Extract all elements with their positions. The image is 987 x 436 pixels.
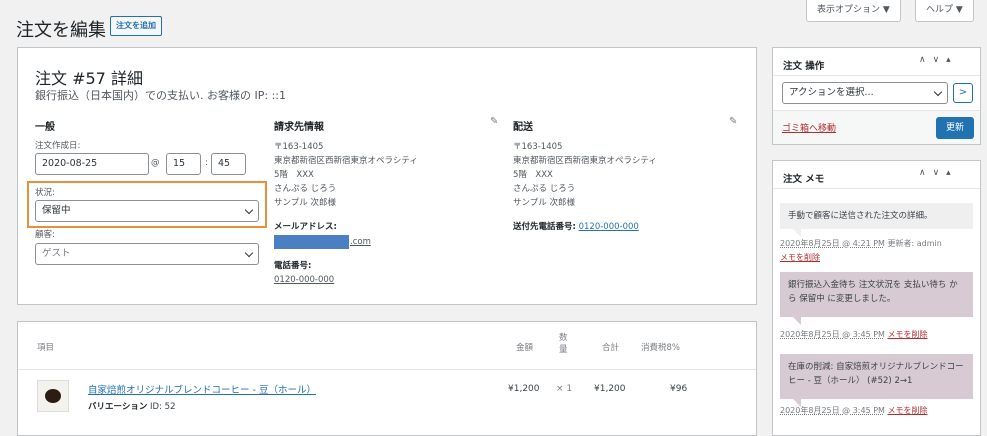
apply-action-button[interactable]: > [953, 83, 973, 103]
col-tax: 消費税8% [641, 343, 680, 353]
note-author: 更新者: admin [887, 239, 942, 248]
chevron-down-icon [933, 87, 943, 97]
billing-heading: 請求先情報 [274, 122, 324, 133]
note-meta: 2020年8月25日 @ 4:21 PM 更新者: admin [780, 238, 942, 249]
address-line: サンプル 次郎様 [513, 198, 575, 208]
delete-note-link[interactable]: メモを削除 [888, 406, 928, 415]
note-tail [793, 317, 801, 325]
address-line: サンプル 次郎様 [274, 198, 336, 208]
product-name-link[interactable]: 自家焙煎オリジナルブレンドコーヒー - 豆（ホール） [88, 382, 316, 396]
general-heading: 一般 [35, 122, 55, 133]
billing-email-link[interactable]: .com [350, 235, 371, 249]
panel-controls[interactable]: ∧∨▴ [919, 55, 958, 65]
note-text: 手動で顧客に送信された注文の詳細。 [788, 211, 933, 221]
panel-controls[interactable]: ∧∨▴ [919, 168, 958, 178]
order-actions-panel: 注文 操作 ∧∨▴ アクションを選択... > ゴミ箱へ移動 更新 [772, 47, 981, 145]
note-text: 在庫の削減: 自家焙煎オリジナルブレンドコーヒー - 豆（ホール） (#52) … [788, 362, 964, 386]
col-item: 項目 [37, 343, 55, 353]
help-button[interactable]: ヘルプ ▼ [915, 0, 974, 22]
note-meta: 2020年8月25日 @ 3:45 PM メモを削除 [780, 329, 928, 340]
customer-select[interactable]: ゲスト [35, 243, 259, 265]
screen-options-button[interactable]: 表示オプション ▼ [806, 0, 901, 22]
order-notes-title: 注文 メモ [783, 174, 825, 185]
order-action-select[interactable]: アクションを選択... [782, 82, 948, 104]
item-qty: × 1 [556, 384, 573, 394]
item-tax: ¥96 [670, 384, 688, 394]
note-date: 2020年8月25日 @ 3:45 PM [780, 406, 885, 415]
shipping-phone-link[interactable]: 0120-000-000 [579, 222, 639, 232]
divider [773, 75, 980, 76]
col-cost: 金額 [516, 343, 534, 353]
address-line: 5階 XXX [274, 170, 314, 180]
date-created-label: 注文作成日: [35, 141, 81, 151]
col-qty: 数量 [559, 333, 568, 355]
billing-address: 〒163-1405 東京都新宿区西新宿東京オペラシティ 5階 XXX さんぷる … [274, 140, 418, 210]
item-total: ¥1,200 [594, 384, 626, 394]
note-text: 銀行振込入金待ち 注文状況を 支払い待ち から 保留中 に変更しました。 [788, 280, 958, 304]
chevron-down-icon [244, 248, 254, 258]
email-label: メールアドレス: [274, 222, 337, 232]
item-cost: ¥1,200 [508, 384, 540, 394]
address-line: 5階 XXX [513, 170, 553, 180]
order-status-value: 保留中 [42, 205, 71, 216]
redacted-email-block [274, 235, 349, 249]
product-thumbnail[interactable] [37, 380, 69, 412]
page-title: 注文を編集 [16, 20, 106, 41]
shipping-phone-label: 送付先電話番号: [513, 222, 576, 232]
order-note: 手動で顧客に送信された注文の詳細。 [780, 203, 973, 229]
delete-note-link[interactable]: メモを削除 [888, 330, 928, 339]
variation-id: ID: 52 [150, 402, 176, 412]
shipping-phone-row: 送付先電話番号: 0120-000-000 [513, 220, 639, 234]
customer-value: ゲスト [42, 248, 71, 259]
phone-label: 電話番号: [274, 261, 312, 271]
edit-billing-pencil-icon[interactable]: ✎ [490, 116, 498, 127]
time-colon: : [205, 158, 208, 168]
order-notes-panel: 注文 メモ ∧∨▴ 手動で顧客に送信された注文の詳細。 2020年8月25日 @… [772, 160, 981, 436]
status-label: 状況: [35, 188, 55, 198]
order-heading: 注文 #57 詳細 [35, 69, 143, 88]
order-date-input[interactable]: 2020-08-25 [35, 153, 149, 175]
address-line: さんぷる じろう [274, 184, 337, 194]
order-data-panel: 注文 #57 詳細 銀行振込（日本国内）での支払い. お客様の IP: ::1 … [17, 47, 757, 305]
order-note: 銀行振込入金待ち 注文状況を 支払い待ち から 保留中 に変更しました。 [780, 272, 973, 317]
edit-shipping-pencil-icon[interactable]: ✎ [729, 116, 737, 127]
note-date: 2020年8月25日 @ 3:45 PM [780, 330, 885, 339]
order-subtitle: 銀行振込（日本国内）での支払い. お客様の IP: ::1 [35, 89, 286, 102]
note-meta: 2020年8月25日 @ 3:45 PM メモを削除 [780, 405, 928, 416]
address-line: 〒163-1405 [274, 142, 324, 152]
note-tail [793, 229, 801, 237]
at-symbol: @ [151, 158, 160, 168]
shipping-heading: 配送 [513, 122, 533, 133]
update-button[interactable]: 更新 [936, 117, 974, 139]
customer-label: 顧客: [35, 230, 55, 240]
variation-label: バリエーション [88, 402, 148, 412]
order-items-panel: 項目 金額 数量 合計 消費税8% 自家焙煎オリジナルブレンドコーヒー - 豆（… [17, 321, 757, 436]
move-to-trash-link[interactable]: ゴミ箱へ移動 [782, 121, 836, 134]
billing-phone-link[interactable]: 0120-000-000 [274, 273, 334, 287]
add-order-button[interactable]: 注文を追加 [110, 16, 162, 36]
coffee-beans-icon [45, 389, 61, 403]
chevron-down-icon [244, 205, 254, 215]
address-line: 東京都新宿区西新宿東京オペラシティ [513, 156, 657, 166]
variation-row: バリエーション ID: 52 [88, 400, 175, 412]
address-line: 〒163-1405 [513, 142, 563, 152]
order-hour-input[interactable]: 15 [166, 153, 201, 175]
order-status-select[interactable]: 保留中 [35, 200, 259, 222]
address-line: 東京都新宿区西新宿東京オペラシティ [274, 156, 418, 166]
delete-note-link[interactable]: メモを削除 [780, 252, 820, 263]
shipping-address: 〒163-1405 東京都新宿区西新宿東京オペラシティ 5階 XXX さんぷる … [513, 140, 657, 210]
order-actions-title: 注文 操作 [783, 61, 825, 72]
order-minute-input[interactable]: 45 [211, 153, 246, 175]
col-total: 合計 [602, 343, 620, 353]
note-date: 2020年8月25日 @ 4:21 PM [780, 239, 885, 248]
address-line: さんぷる じろう [513, 184, 576, 194]
order-action-value: アクションを選択... [789, 87, 874, 98]
divider [773, 188, 980, 189]
order-note: 在庫の削減: 自家焙煎オリジナルブレンドコーヒー - 豆（ホール） (#52) … [780, 354, 973, 399]
